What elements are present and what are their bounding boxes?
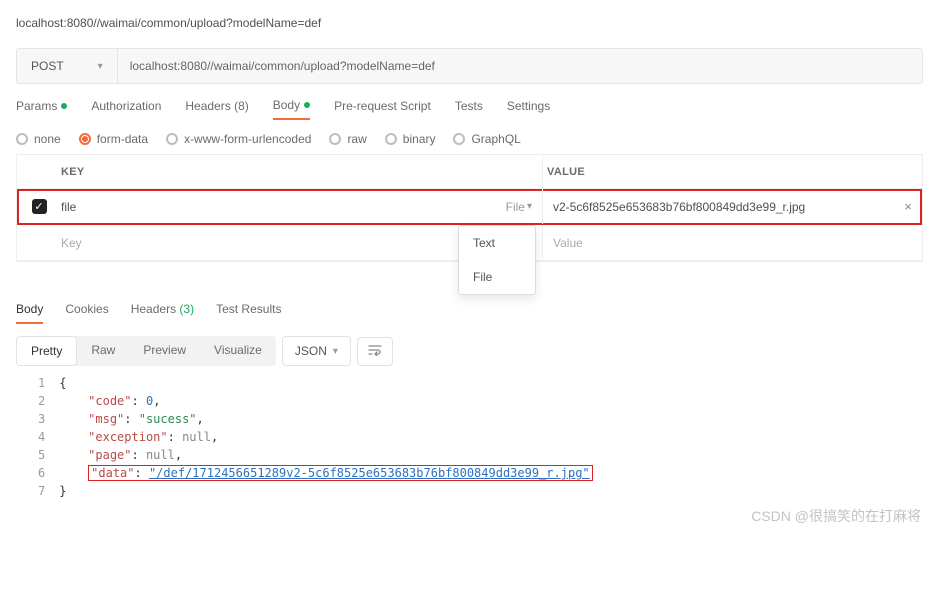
resp-tab-cookies[interactable]: Cookies <box>65 302 108 324</box>
radio-form-data[interactable]: form-data <box>79 132 148 146</box>
chevron-down-icon: ▾ <box>527 201 532 212</box>
resp-tab-headers[interactable]: Headers (3) <box>131 302 194 324</box>
value-placeholder[interactable]: Value <box>542 225 922 260</box>
dot-icon <box>304 102 310 108</box>
radio-raw[interactable]: raw <box>329 132 366 146</box>
key-placeholder[interactable]: Key <box>61 236 482 250</box>
url-input[interactable] <box>118 59 922 73</box>
col-key: KEY <box>57 166 542 178</box>
wrap-icon <box>368 344 382 356</box>
response-tabs: Body Cookies Headers (3) Test Results <box>16 302 923 324</box>
highlight-box: "data": "/def/1712456651289v2-5c6f8525e6… <box>88 465 593 481</box>
seg-pretty[interactable]: Pretty <box>16 336 77 366</box>
tab-prerequest[interactable]: Pre-request Script <box>334 98 431 120</box>
chevron-down-icon: ▾ <box>98 61 103 72</box>
radio-graphql[interactable]: GraphQL <box>453 132 520 146</box>
type-dropdown: Text File <box>458 225 536 295</box>
request-tabs: Params Authorization Headers (8) Body Pr… <box>16 98 923 120</box>
line-numbers: 1234567 <box>16 372 59 502</box>
checkbox-icon[interactable]: ✓ <box>32 199 47 214</box>
radio-none[interactable]: none <box>16 132 61 146</box>
key-cell[interactable]: file <box>61 200 482 214</box>
close-icon[interactable]: × <box>904 199 912 214</box>
seg-preview[interactable]: Preview <box>129 336 200 366</box>
method-select[interactable]: POST ▾ <box>17 49 118 83</box>
table-row[interactable]: ✓ file File▾ v2-5c6f8525e653683b76bf8008… <box>17 189 922 225</box>
format-select[interactable]: JSON▾ <box>282 336 351 366</box>
seg-raw[interactable]: Raw <box>77 336 129 366</box>
dropdown-item-text[interactable]: Text <box>459 226 535 260</box>
dot-icon <box>61 103 67 109</box>
tab-params[interactable]: Params <box>16 98 67 120</box>
chevron-down-icon: ▾ <box>333 346 338 357</box>
radio-xwww[interactable]: x-www-form-urlencoded <box>166 132 311 146</box>
radio-binary[interactable]: binary <box>385 132 436 146</box>
kv-header: KEY VALUE <box>17 155 922 189</box>
resp-tab-tests[interactable]: Test Results <box>216 302 281 324</box>
value-cell[interactable]: v2-5c6f8525e653683b76bf800849dd3e99_r.jp… <box>542 189 922 224</box>
kv-table: KEY VALUE ✓ file File▾ v2-5c6f8525e65368… <box>16 154 923 262</box>
wrap-button[interactable] <box>357 337 393 366</box>
body-type-radios: none form-data x-www-form-urlencoded raw… <box>16 132 923 146</box>
address-bar: localhost:8080//waimai/common/upload?mod… <box>16 16 923 30</box>
tab-body[interactable]: Body <box>273 98 310 120</box>
tab-headers[interactable]: Headers (8) <box>185 98 248 120</box>
seg-visualize[interactable]: Visualize <box>200 336 276 366</box>
watermark: CSDN @很搞笑的在打麻将 <box>0 502 939 534</box>
dropdown-item-file[interactable]: File <box>459 260 535 294</box>
tab-authorization[interactable]: Authorization <box>91 98 161 120</box>
json-content[interactable]: { "code": 0, "msg": "sucess", "exception… <box>59 372 592 502</box>
response-toolbar: Pretty Raw Preview Visualize JSON▾ <box>16 336 923 366</box>
resp-tab-body[interactable]: Body <box>16 302 43 324</box>
file-chip: v2-5c6f8525e653683b76bf800849dd3e99_r.jp… <box>553 200 805 214</box>
request-row: POST ▾ <box>16 48 923 84</box>
col-value: VALUE <box>542 155 922 188</box>
tab-settings[interactable]: Settings <box>507 98 550 120</box>
response-body: 1234567 { "code": 0, "msg": "sucess", "e… <box>16 372 923 502</box>
tab-tests[interactable]: Tests <box>455 98 483 120</box>
type-select[interactable]: File▾ <box>482 200 542 214</box>
view-segment: Pretty Raw Preview Visualize <box>16 336 276 366</box>
method-label: POST <box>31 59 64 73</box>
